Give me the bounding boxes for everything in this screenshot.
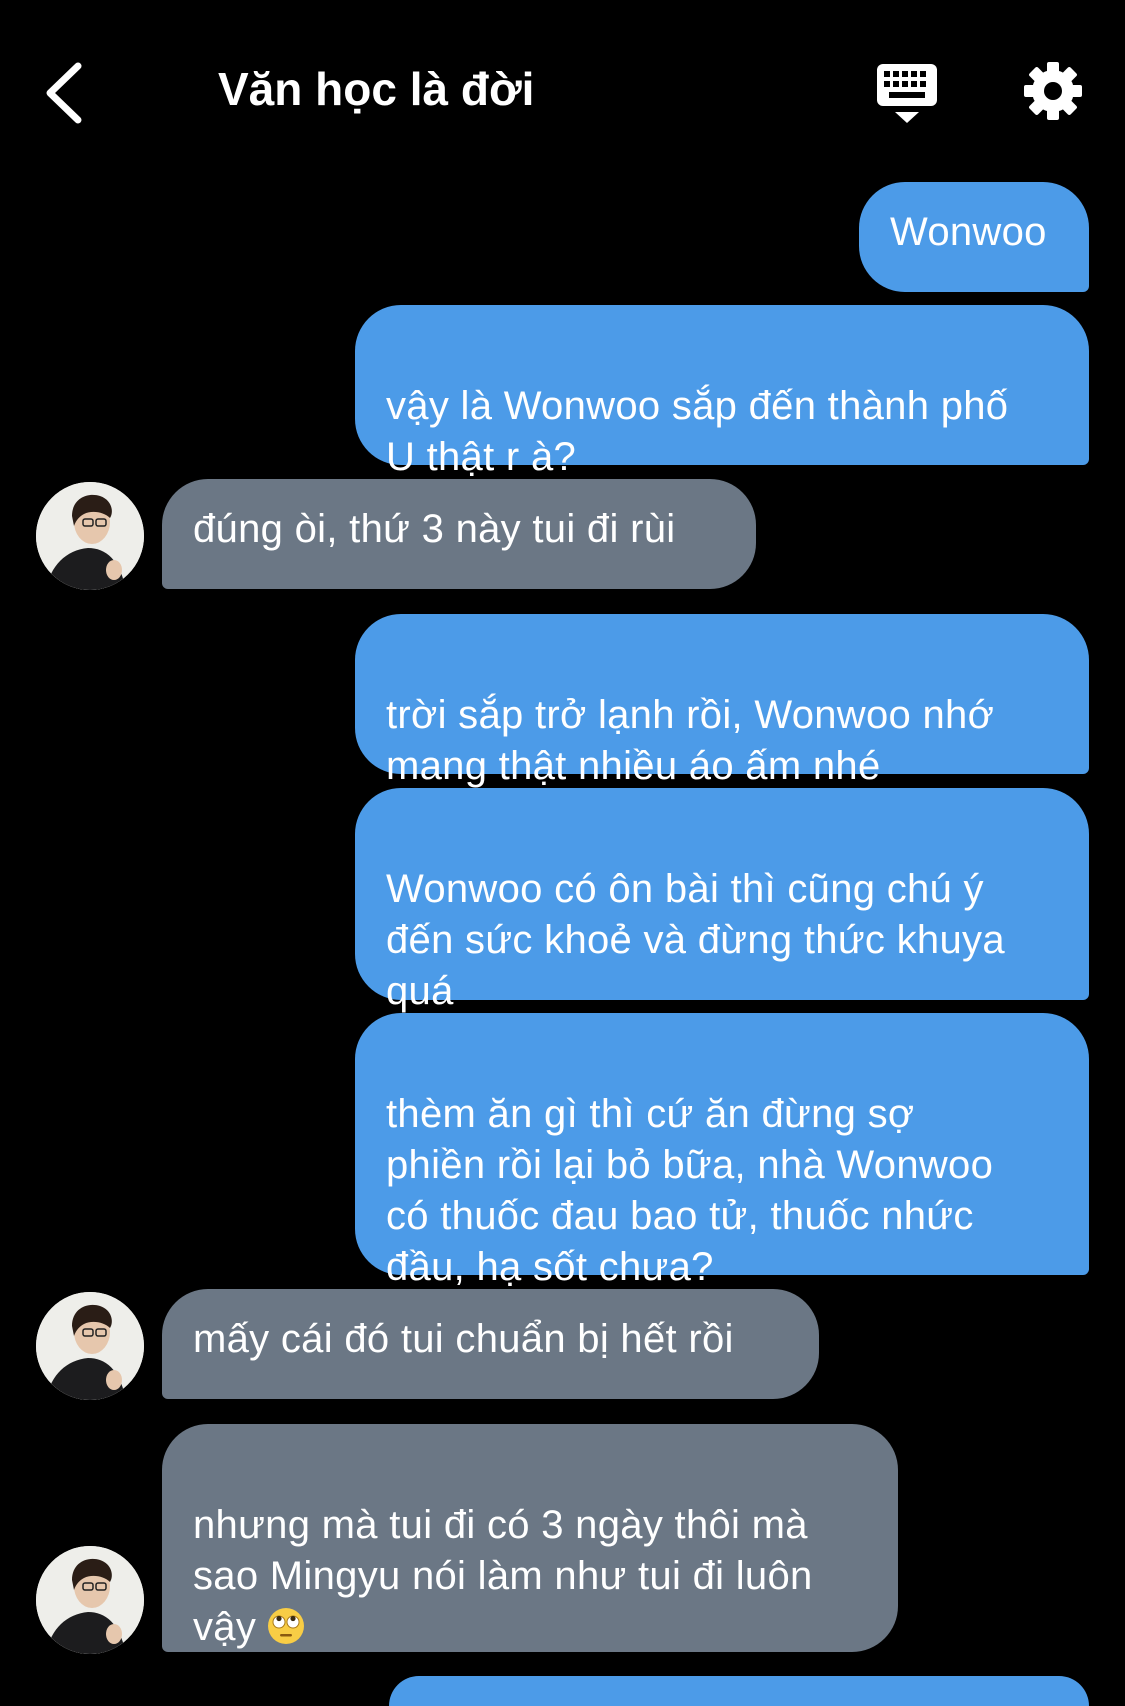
message-bubble-outgoing[interactable]: thèm ăn gì thì cứ ăn đừng sợ phiền rồi l… xyxy=(355,1013,1089,1289)
message-text: vậy là Wonwoo sắp đến thành phố U thật r… xyxy=(386,384,1009,479)
face-with-rolling-eyes-icon xyxy=(268,1608,305,1644)
avatar[interactable] xyxy=(36,1292,144,1400)
message-bubble-outgoing[interactable]: Wonwoo xyxy=(859,182,1089,292)
message-bubble-incoming[interactable]: nhưng mà tui đi có 3 ngày thôi mà sao Mi… xyxy=(162,1424,898,1652)
message-text: đúng òi, thứ 3 này tui đi rùi xyxy=(193,507,676,551)
message-bubble-outgoing[interactable]: Wonwoo có ôn bài thì cũng chú ý đến sức … xyxy=(355,788,1089,1013)
message-text: Wonwoo xyxy=(890,210,1047,254)
message-list: Wonwoo vậy là Wonwoo sắp đến thành phố U… xyxy=(0,0,1125,1706)
contact-avatar-photo xyxy=(36,1546,144,1654)
message-bubble-incoming[interactable]: đúng òi, thứ 3 này tui đi rùi xyxy=(162,479,756,589)
avatar[interactable] xyxy=(36,1546,144,1654)
message-text: mấy cái đó tui chuẩn bị hết rồi xyxy=(193,1317,734,1361)
message-bubble-outgoing[interactable]: trời sắp trở lạnh rồi, Wonwoo nhớ mang t… xyxy=(355,614,1089,788)
message-text: thèm ăn gì thì cứ ăn đừng sợ phiền rồi l… xyxy=(386,1092,994,1289)
message-bubble-incoming[interactable]: mấy cái đó tui chuẩn bị hết rồi xyxy=(162,1289,819,1399)
message-text: Wonwoo có ôn bài thì cũng chú ý đến sức … xyxy=(386,867,1005,1013)
avatar[interactable] xyxy=(36,482,144,590)
message-text: trời sắp trở lạnh rồi, Wonwoo nhớ mang t… xyxy=(386,693,995,788)
contact-avatar-photo xyxy=(36,482,144,590)
message-bubble-outgoing[interactable]: vậy là Wonwoo sắp đến thành phố U thật r… xyxy=(355,305,1089,479)
contact-avatar-photo xyxy=(36,1292,144,1400)
message-bubble-outgoing-partial xyxy=(389,1676,1089,1706)
